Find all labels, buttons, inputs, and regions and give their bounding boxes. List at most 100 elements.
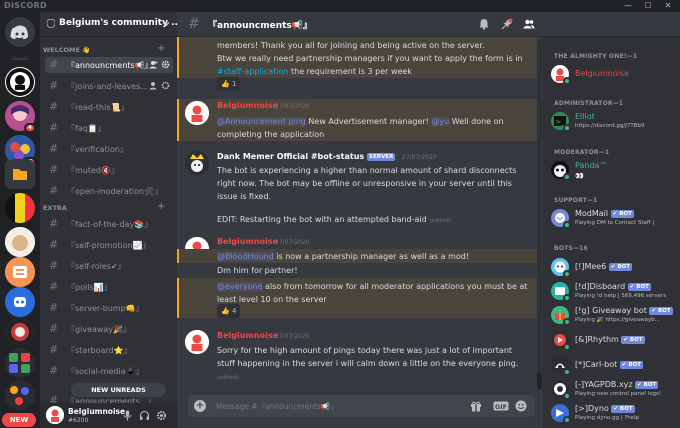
channel-joins-and-leaves[interactable]: # 『joins-and-leaves... <box>45 78 173 94</box>
channel-verification[interactable]: # 『verification』 <box>45 141 173 157</box>
member-disboard[interactable]: [!d]Disboard ✔ BOT Playing !d help | 566… <box>551 281 677 303</box>
gif-icon[interactable]: GIF <box>493 400 509 412</box>
add-channel-button[interactable]: + <box>157 202 165 212</box>
channel-label: 『self-promotion📈』 <box>67 241 151 250</box>
upload-plus-button[interactable]: + <box>194 400 206 412</box>
message-input[interactable] <box>216 398 456 414</box>
channel-faq[interactable]: # 『faq📋』 <box>45 120 173 136</box>
scrollbar-thumb[interactable] <box>537 373 542 389</box>
role-mention[interactable]: @Announcement ping <box>217 117 306 126</box>
channel-label: 『faq📋』 <box>67 124 106 133</box>
server-header[interactable]: Belgium's community ... <box>40 12 177 37</box>
close-button[interactable]: ✕ <box>660 0 676 12</box>
gear-icon[interactable] <box>156 410 167 421</box>
avatar[interactable] <box>185 151 209 175</box>
home-button[interactable] <box>5 17 35 47</box>
avatar[interactable] <box>46 406 64 424</box>
channel-muted[interactable]: # 『muted🔇』 <box>45 162 173 178</box>
bot-tag: ✔ BOT <box>635 381 659 389</box>
message-author[interactable]: Dank Memer Official #bot-status SERVER <box>217 152 396 161</box>
member-status: Playing 🎉 https://giveawayb... <box>575 317 660 323</box>
member-panda[interactable]: Panda™ 👀 <box>551 160 677 182</box>
member-yagpdb[interactable]: [-]YAGPDB.xyz ✔ BOT Playing new control … <box>551 379 677 401</box>
category-extra[interactable]: EXTRA <box>43 204 67 212</box>
channel-self-roles[interactable]: # 『self-roles✔』 <box>45 258 173 274</box>
role-header: MODERATOR—1 <box>554 149 610 156</box>
maximize-button[interactable]: ☐ <box>640 0 656 12</box>
hash-icon: # <box>49 217 59 230</box>
avatar[interactable] <box>185 101 209 125</box>
member-belgiumnoise[interactable]: Belgiumnoise <box>551 64 677 86</box>
channel-fact-of-the-day[interactable]: # 『fact-of-the-day📚』 <box>45 216 173 232</box>
gear-icon[interactable] <box>161 60 170 69</box>
add-channel-button[interactable]: + <box>157 44 165 54</box>
member-elliot[interactable]: >_ Elliot https://discord.gg/J7TBb9 <box>551 111 677 133</box>
channel-open-moderation[interactable]: # 『open-moderation🛠』 <box>45 183 173 199</box>
folder-icon[interactable] <box>5 159 35 189</box>
server-icon-5[interactable] <box>5 227 35 257</box>
channel-polls[interactable]: # 『polls📊』 <box>45 279 173 295</box>
member-dyno[interactable]: [>]Dyno ✔ BOT Playing dyno.gg | ?help <box>551 403 677 425</box>
channel-starboard[interactable]: # 『starboard⭐』 <box>45 342 173 358</box>
scrollbar-track[interactable] <box>537 40 542 390</box>
role-header: BOTS—16 <box>554 245 588 252</box>
headphones-icon[interactable] <box>139 410 150 421</box>
members-icon[interactable] <box>523 18 535 30</box>
server-icon-1[interactable] <box>5 67 35 97</box>
hash-icon: # <box>49 121 59 134</box>
gift-icon[interactable] <box>470 400 482 412</box>
chevron-down-icon[interactable] <box>162 20 170 28</box>
channel-label: 『read-this📜』 <box>67 103 129 112</box>
server-icon-9[interactable] <box>5 348 35 378</box>
channel-giveaway[interactable]: # 『giveaway🎉』 <box>45 321 173 337</box>
add-member-icon[interactable] <box>149 60 158 69</box>
channel-label: 『starboard⭐』 <box>67 346 132 355</box>
add-member-icon[interactable] <box>149 81 158 90</box>
pin-icon[interactable] <box>501 18 513 30</box>
member-name: Belgiumnoise <box>575 69 630 78</box>
member-modmail[interactable]: ModMail ✔ BOT Playing DM to Contact Staf… <box>551 208 677 230</box>
message-author[interactable]: Belgiumnoise <box>217 101 278 110</box>
everyone-mention[interactable]: @everyone <box>217 282 263 291</box>
bell-icon[interactable] <box>478 18 490 30</box>
user-mention[interactable]: @yu <box>431 117 450 126</box>
channel-link[interactable]: #staff-application <box>217 67 288 76</box>
channel-social-media[interactable]: # 『social-media📱』 <box>45 363 173 379</box>
status-online <box>563 318 571 326</box>
message-author[interactable]: Belgiumnoise <box>217 331 278 340</box>
hash-icon: # <box>49 79 59 92</box>
member-name: Elliot <box>575 112 595 121</box>
message-content: (edited) <box>217 370 529 385</box>
channel-label: 『joins-and-leaves... <box>67 82 148 91</box>
user-mention[interactable]: @BloodHound <box>217 252 274 261</box>
member-status-emoji: 👀 <box>575 172 584 180</box>
member-giveaway-bot[interactable]: [!g] Giveaway bot ✔ BOT Playing 🎉 https:… <box>551 305 677 327</box>
channel-announcements[interactable]: # 『announcments📢』 <box>45 57 173 73</box>
reaction-thumbs-up[interactable]: 👍 1 <box>217 77 241 91</box>
server-icon-8[interactable] <box>5 317 35 347</box>
channel-self-promotion[interactable]: # 『self-promotion📈』 <box>45 237 173 253</box>
server-icon-belgium[interactable] <box>5 193 35 223</box>
member-carl-bot[interactable]: [*]Carl-bot ✔ BOT <box>551 355 677 377</box>
server-icon-10[interactable] <box>5 380 35 410</box>
channel-server-bump[interactable]: # 『server-bump👊』 <box>45 300 173 316</box>
member-mee6[interactable]: [!]Mee6 ✔ BOT <box>551 257 677 279</box>
mic-icon[interactable] <box>122 410 133 421</box>
member-rhythm[interactable]: [&]Rhythm ✔ BOT <box>551 330 677 352</box>
emoji-icon[interactable] <box>515 400 527 412</box>
gear-icon[interactable] <box>161 81 170 90</box>
minimize-button[interactable]: — <box>620 0 636 12</box>
message-content: @BloodHound is now a partnership manager… <box>217 252 470 261</box>
reaction-thumbs-up[interactable]: 👍 4 <box>217 304 241 318</box>
channel-label: 『giveaway🎉』 <box>67 325 131 334</box>
avatar[interactable] <box>185 330 209 354</box>
channel-read-this[interactable]: # 『read-this📜』 <box>45 99 173 115</box>
hash-icon: # <box>49 364 59 377</box>
channel-label: 『fact-of-the-day📚』 <box>67 220 153 229</box>
new-unreads-pill[interactable]: NEW <box>2 413 36 427</box>
new-unreads-button[interactable]: NEW UNREADS <box>71 383 166 397</box>
server-icon-6[interactable] <box>5 257 35 287</box>
server-icon-7[interactable] <box>5 287 35 317</box>
category-welcome[interactable]: WELCOME 👋 <box>43 46 90 54</box>
message-author[interactable]: Belgiumnoise <box>217 237 278 246</box>
